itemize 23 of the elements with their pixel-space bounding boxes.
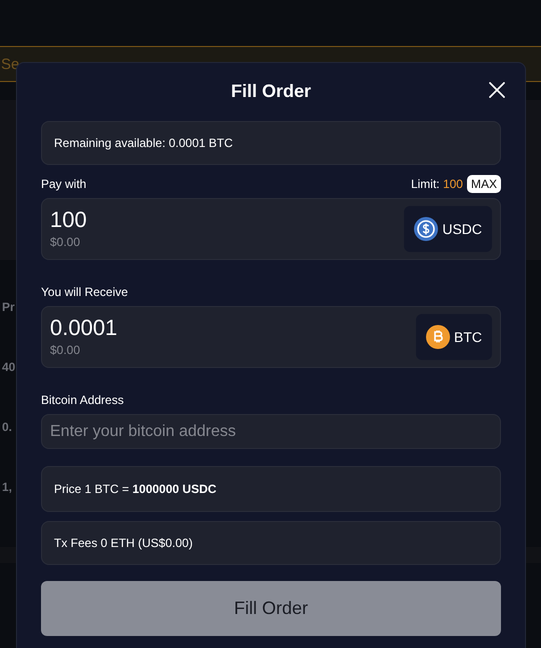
usd-value: $0.00 [50,342,80,359]
field-label: Bitcoin Address [41,393,124,407]
background-text: 1, [2,479,12,496]
field-label: You will Receive [41,284,128,301]
amount-input[interactable]: 100 [50,207,250,233]
background-text: Se [1,55,20,75]
remaining-text: Remaining available: 0.0001 BTC [54,135,233,152]
bitcoin-icon [426,325,450,349]
field-label: Pay with [41,176,86,193]
background-text: Pr [2,299,15,316]
coin-icon [414,217,438,241]
background-text: 0. [2,419,12,436]
price-text: Price 1 BTC = 1000000 USDC [54,481,216,498]
limit-text: Limit: 100 [410,176,463,193]
usd-value: $0.00 [50,234,80,251]
address-input[interactable]: Enter your bitcoin address [41,414,501,449]
amount-input[interactable]: 0.0001 [50,315,250,341]
token-button[interactable]: BTC [416,314,492,360]
max-button[interactable]: MAX [466,175,501,193]
background-text: 40 [2,359,16,376]
token-button[interactable]: USDC [404,206,492,252]
modal-title: Fill Order [230,81,311,101]
fees-text: Tx Fees 0 ETH (US$0.00) [54,535,193,552]
